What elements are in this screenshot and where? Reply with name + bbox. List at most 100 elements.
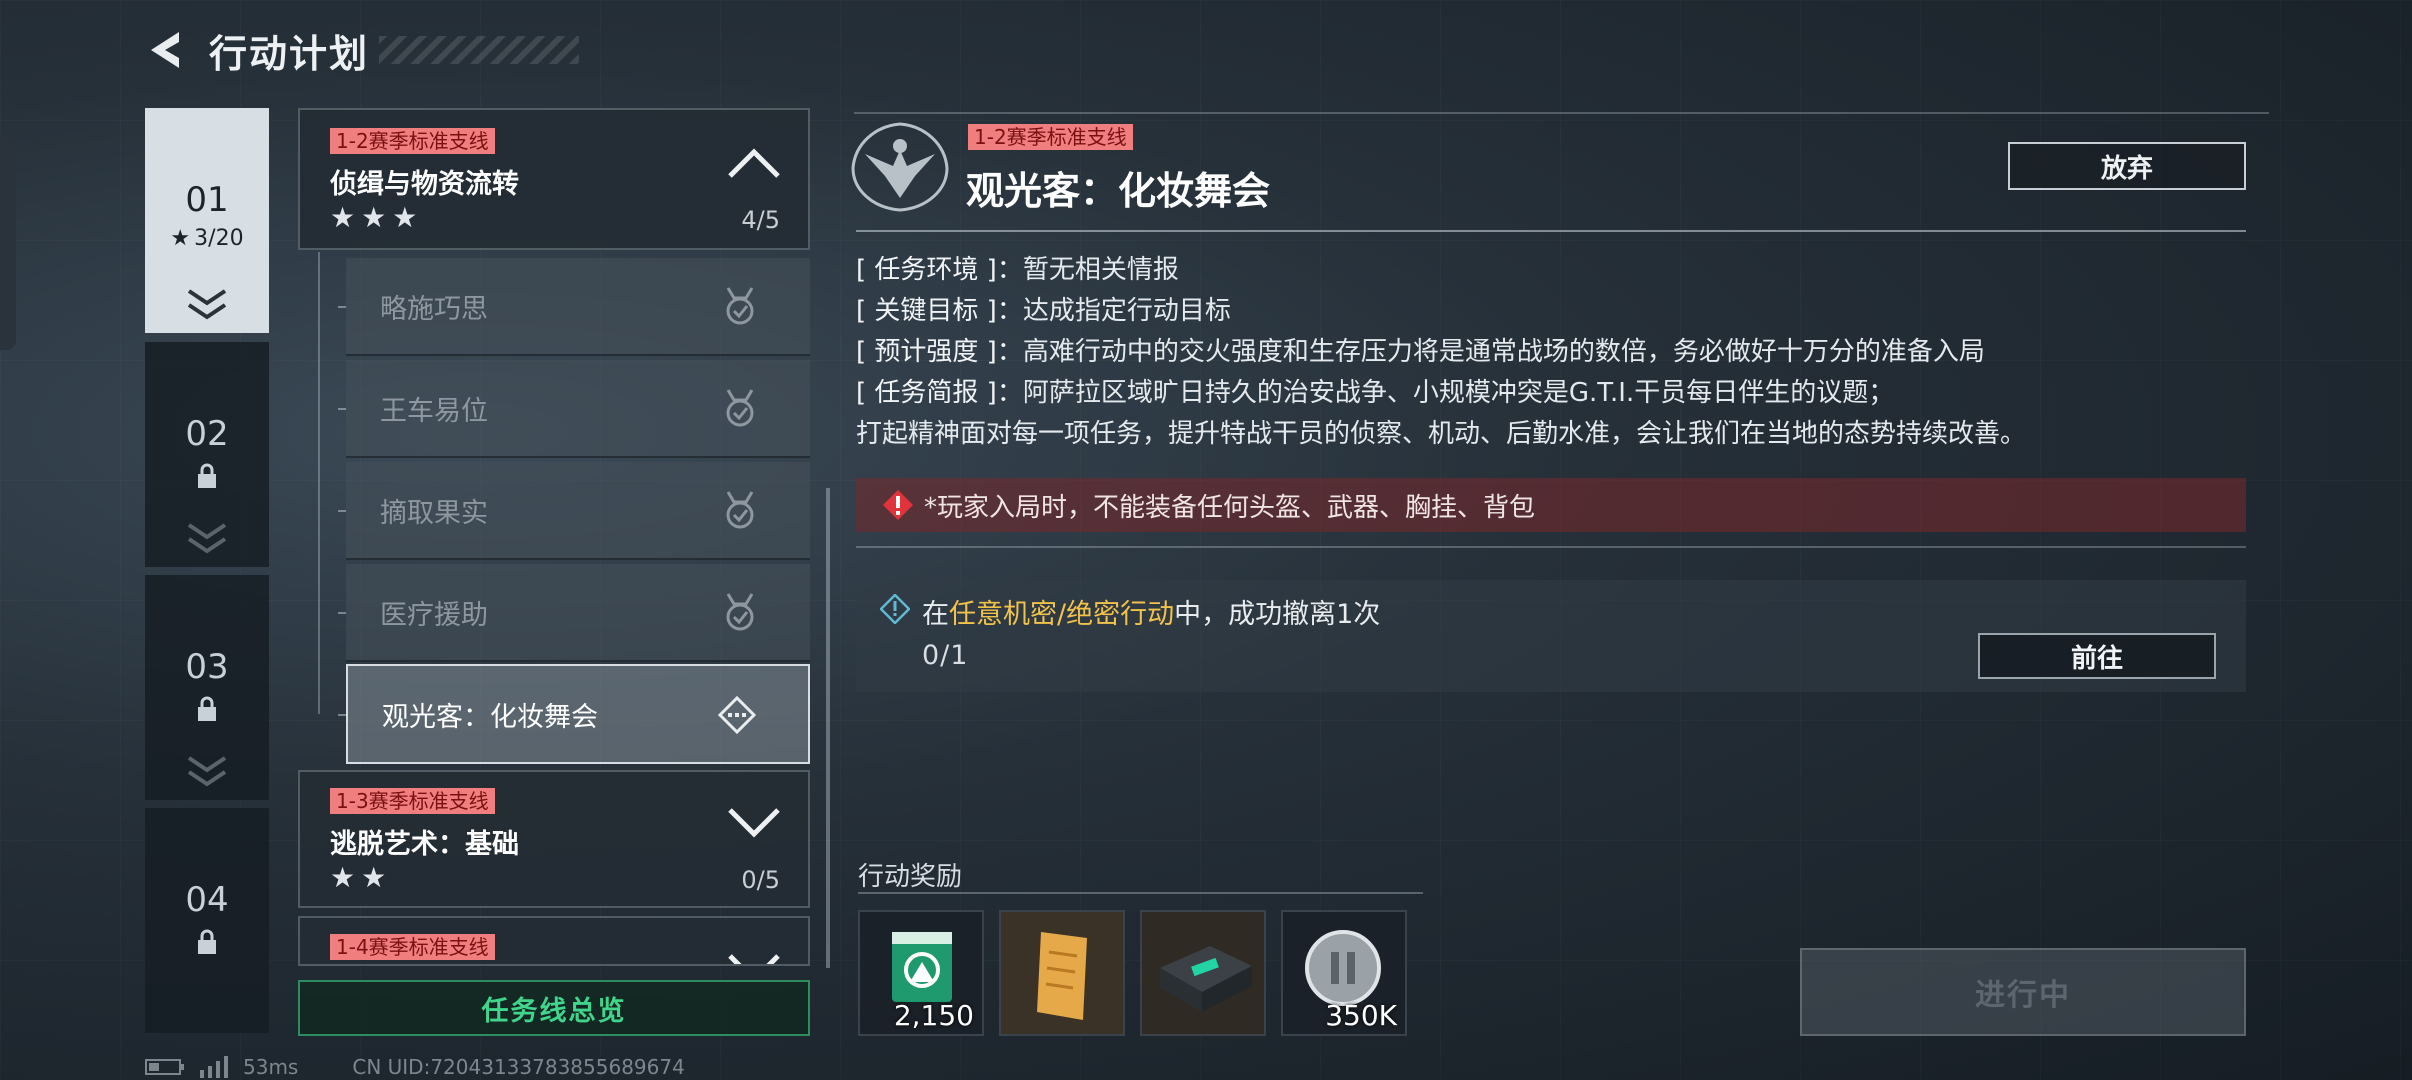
objective-info-icon — [880, 594, 910, 624]
task-text-pre: 在 — [922, 599, 949, 630]
detail-divider-top — [854, 112, 2269, 114]
lock-icon — [198, 463, 216, 488]
sub-mission-item[interactable]: 医疗援助 — [346, 564, 810, 662]
info-value: 暂无相关情报 — [1022, 255, 1179, 285]
mission-group-3[interactable]: 1-4赛季标准支线 — [298, 916, 810, 966]
status-bar: 53ms CN UID:72043133783855689674 — [145, 1055, 685, 1079]
info-key: [ 关键目标 ]： — [856, 296, 1023, 326]
page-title: 行动计划 — [209, 31, 370, 76]
warning-text: *玩家入局时，不能装备任何头盔、武器、胸挂、背包 — [924, 492, 1536, 523]
reward-item[interactable] — [999, 910, 1125, 1036]
title-decoration — [379, 36, 580, 64]
group-stars: ★★ — [330, 861, 393, 894]
edge-handle[interactable] — [0, 135, 16, 350]
info-value: 阿萨拉区域旷日持久的治安战争、小规模冲突是G.T.I.干员每日伴生的议题； — [1022, 378, 1895, 408]
tree-node — [338, 714, 346, 716]
season-number: 01 — [185, 180, 229, 220]
uid-text: CN UID:72043133783855689674 — [352, 1055, 685, 1079]
detail-season-badge: 1-2赛季标准支线 — [968, 124, 1133, 150]
chevron-up-icon[interactable] — [726, 146, 782, 180]
completed-medal-icon — [726, 491, 754, 529]
group-progress: 4/5 — [741, 206, 780, 234]
task-progress: 0/1 — [922, 640, 969, 671]
tree-node — [338, 510, 346, 512]
season-tab-01[interactable]: 01 ★ 3/20 — [145, 108, 269, 333]
back-button[interactable] — [145, 22, 189, 78]
completed-medal-icon — [726, 389, 754, 427]
sub-mission-label: 王车易位 — [380, 395, 488, 427]
info-line-briefing: [ 任务简报 ]：阿萨拉区域旷日持久的治安战争、小规模冲突是G.T.I.干员每日… — [856, 373, 2026, 414]
chevron-down-icon[interactable] — [726, 806, 782, 840]
page-header: 行动计划 — [145, 22, 580, 78]
sub-mission-item[interactable]: 略施巧思 — [346, 258, 810, 356]
info-key: [ 预计强度 ]： — [856, 337, 1023, 367]
sub-mission-label: 医疗援助 — [380, 599, 488, 631]
detail-divider — [856, 230, 2246, 232]
info-value: 高难行动中的交火强度和生存压力将是通常战场的数倍，务必做好十万分的准备入局 — [1022, 337, 1985, 367]
task-highlight: 任意机密/绝密行动 — [949, 599, 1175, 630]
chevron-double-down-icon — [187, 289, 227, 320]
rewards-heading: 行动奖励 — [858, 862, 963, 892]
chevron-down-icon[interactable] — [726, 952, 782, 966]
star-icon: ★ — [170, 226, 191, 251]
list-scrollbar[interactable] — [826, 488, 830, 968]
detail-divider — [856, 546, 2246, 548]
rewards-divider — [858, 892, 1423, 894]
season-number: 02 — [185, 414, 229, 454]
season-number: 04 — [185, 880, 229, 920]
in-progress-diamond-icon — [718, 696, 756, 734]
tree-connector — [318, 252, 320, 714]
sub-mission-label: 摘取果实 — [380, 497, 488, 529]
lock-icon — [198, 929, 216, 954]
tree-node — [338, 408, 346, 410]
info-key: [ 任务环境 ]： — [856, 255, 1023, 285]
sub-mission-label: 观光客：化妆舞会 — [382, 701, 598, 733]
lock-icon — [198, 696, 216, 721]
mission-group-1[interactable]: 1-2赛季标准支线 侦缉与物资流转 ★★★ 4/5 — [298, 108, 810, 250]
goto-button[interactable]: 前往 — [1978, 633, 2216, 679]
completed-medal-icon — [726, 287, 754, 325]
group-progress: 0/5 — [741, 866, 780, 894]
task-description: 在任意机密/绝密行动中，成功撤离1次 — [922, 592, 1380, 631]
reward-item[interactable]: 2,150 — [858, 910, 984, 1036]
mission-line-overview-button[interactable]: 任务线总览 — [298, 980, 810, 1036]
sub-mission-label: 略施巧思 — [380, 293, 488, 325]
chevron-double-down-icon — [187, 523, 227, 554]
abandon-button[interactable]: 放弃 — [2008, 142, 2246, 190]
info-line-objective: [ 关键目标 ]：达成指定行动目标 — [856, 291, 2026, 332]
ping-value: 53ms — [243, 1055, 299, 1079]
info-key: [ 任务简报 ]： — [856, 378, 1023, 408]
season-stars: ★ 3/20 — [170, 226, 243, 251]
season-badge: 1-4赛季标准支线 — [330, 934, 495, 960]
reward-quantity: 2,150 — [893, 999, 974, 1032]
season-tab-02[interactable]: 02 — [145, 342, 269, 567]
in-progress-button: 进行中 — [1800, 948, 2246, 1036]
completed-medal-icon — [726, 593, 754, 631]
group-stars: ★★★ — [330, 201, 424, 234]
info-value: 达成指定行动目标 — [1022, 296, 1231, 326]
tree-node — [338, 306, 346, 308]
info-line-environment: [ 任务环境 ]：暂无相关情报 — [856, 250, 2026, 291]
info-line-intensity: [ 预计强度 ]：高难行动中的交火强度和生存压力将是通常战场的数倍，务必做好十万… — [856, 332, 2026, 373]
task-text-post: 中，成功撤离1次 — [1174, 599, 1381, 630]
season-tab-03[interactable]: 03 — [145, 575, 269, 800]
mission-title: 观光客：化妆舞会 — [966, 169, 1271, 213]
reward-item[interactable]: 350K — [1281, 910, 1407, 1036]
sub-mission-item[interactable]: 王车易位 — [346, 360, 810, 458]
document-icon — [1037, 932, 1087, 1020]
season-tab-04[interactable]: 04 — [145, 808, 269, 1033]
mission-group-2[interactable]: 1-3赛季标准支线 逃脱艺术：基础 ★★ 0/5 — [298, 770, 810, 908]
sub-mission-item[interactable]: 摘取果实 — [346, 462, 810, 560]
warning-icon — [883, 490, 913, 520]
season-number: 03 — [185, 647, 229, 687]
season-star-count: 3/20 — [194, 226, 244, 251]
back-arrow-icon — [151, 32, 179, 68]
eagle-emblem-icon — [851, 122, 949, 212]
sub-mission-item-current[interactable]: 观光客：化妆舞会 — [346, 664, 810, 764]
task-objective-card: 在任意机密/绝密行动中，成功撤离1次 0/1 前往 — [856, 580, 2246, 692]
season-badge: 1-2赛季标准支线 — [330, 128, 495, 154]
info-line-briefing-extra: 打起精神面对每一项任务，提升特战干员的侦察、机动、后勤水准，会让我们在当地的态势… — [856, 419, 2027, 449]
tree-node — [338, 612, 346, 614]
season-badge: 1-3赛季标准支线 — [330, 788, 495, 814]
reward-item[interactable] — [1140, 910, 1266, 1036]
